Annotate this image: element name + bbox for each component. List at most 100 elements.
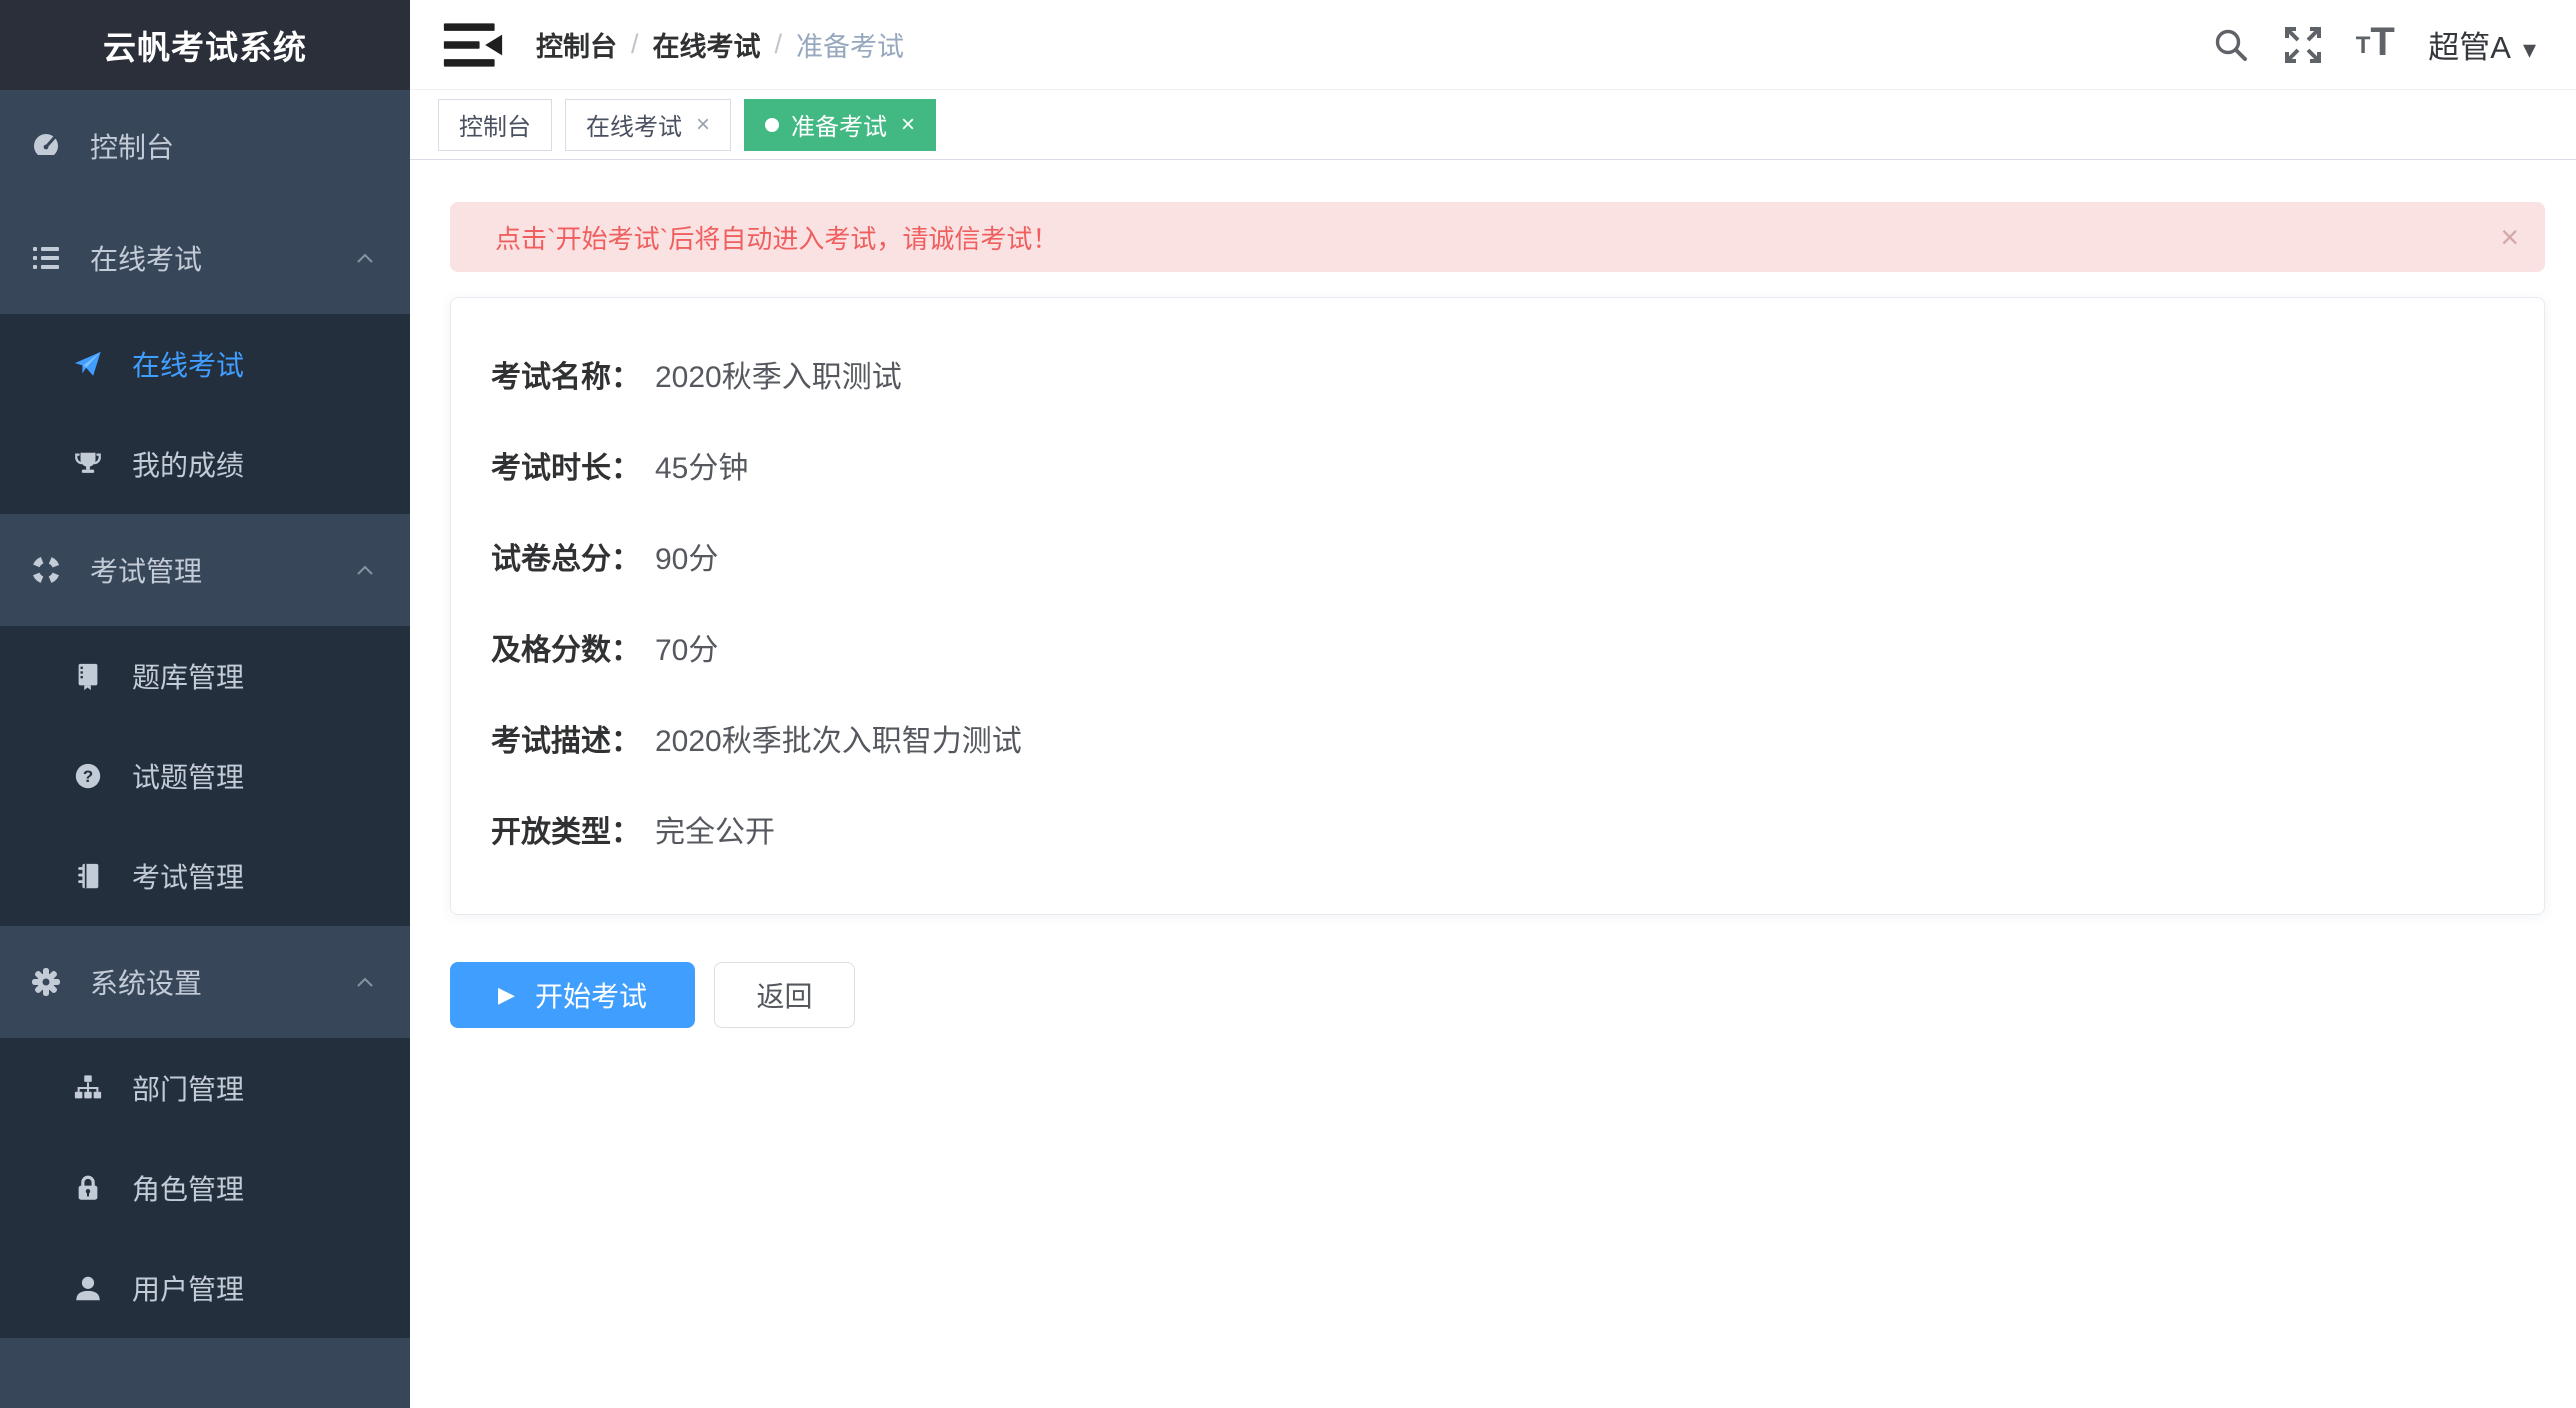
- hamburger-icon[interactable]: [442, 18, 508, 72]
- exam-row: 开放类型： 完全公开: [491, 815, 2504, 851]
- lock-icon: [72, 1172, 104, 1204]
- chevron-up-icon: [356, 565, 374, 576]
- tab-dashboard[interactable]: 控制台: [438, 99, 552, 151]
- sidebar-group-label: 考试管理: [90, 550, 356, 590]
- close-icon[interactable]: ×: [901, 113, 915, 137]
- breadcrumb-item-online-exam[interactable]: 在线考试: [653, 25, 761, 64]
- exam-total-score-label: 试卷总分：: [491, 542, 641, 578]
- tab-online-exam[interactable]: 在线考试 ×: [565, 99, 731, 151]
- main-area: 控制台 / 在线考试 / 准备考试: [410, 0, 2576, 1408]
- sidebar-item-dashboard[interactable]: 控制台: [0, 90, 410, 202]
- close-icon[interactable]: ×: [2500, 221, 2519, 253]
- sidebar-item-department-mgmt[interactable]: 部门管理: [0, 1038, 410, 1138]
- chevron-up-icon: [356, 253, 374, 264]
- gear-icon: [30, 966, 62, 998]
- question-circle-icon: ?: [72, 760, 104, 792]
- navbar: 控制台 / 在线考试 / 准备考试: [410, 0, 2576, 90]
- sidebar-menu: 控制台 在线考试: [0, 90, 410, 1408]
- sidebar-item-label: 在线考试: [132, 344, 244, 384]
- tab-label: 准备考试: [791, 107, 887, 142]
- back-button[interactable]: 返回: [714, 962, 855, 1028]
- sidebar-item-question-bank[interactable]: 题库管理: [0, 626, 410, 726]
- sidebar-item-label: 考试管理: [132, 856, 244, 896]
- page-content: 点击`开始考试`后将自动进入考试，请诚信考试！ × 考试名称： 2020秋季入职…: [410, 160, 2576, 1028]
- sidebar-item-exam-mgmt[interactable]: 考试管理: [0, 826, 410, 926]
- exam-warning-alert: 点击`开始考试`后将自动进入考试，请诚信考试！ ×: [450, 202, 2545, 272]
- submenu-system-settings: 部门管理 角色管理: [0, 1038, 410, 1338]
- exam-description-label: 考试描述：: [491, 724, 641, 760]
- trophy-icon: [72, 448, 104, 480]
- exam-open-type-value: 完全公开: [655, 815, 775, 851]
- exam-description-value: 2020秋季批次入职智力测试: [655, 724, 1022, 760]
- exam-pass-score-label: 及格分数：: [491, 633, 641, 669]
- exam-row: 试卷总分： 90分: [491, 542, 2504, 578]
- sitemap-icon: [72, 1072, 104, 1104]
- font-size-icon[interactable]: TT: [2352, 22, 2398, 68]
- sidebar-item-label: 试题管理: [132, 756, 244, 796]
- dashboard-icon: [30, 130, 62, 162]
- chevron-up-icon: [356, 977, 374, 988]
- breadcrumb-item-current: 准备考试: [796, 25, 904, 64]
- caret-down-icon: ▾: [2523, 34, 2536, 65]
- breadcrumb-separator: /: [631, 29, 639, 60]
- exam-duration-label: 考试时长：: [491, 451, 641, 487]
- sidebar-item-label: 题库管理: [132, 656, 244, 696]
- sidebar-item-my-scores[interactable]: 我的成绩: [0, 414, 410, 514]
- sidebar-item-question-mgmt[interactable]: ? 试题管理: [0, 726, 410, 826]
- exam-row: 考试描述： 2020秋季批次入职智力测试: [491, 724, 2504, 760]
- sidebar-item-online-exam[interactable]: 在线考试: [0, 314, 410, 414]
- exam-row: 考试时长： 45分钟: [491, 451, 2504, 487]
- sidebar-item-label: 角色管理: [132, 1168, 244, 1208]
- sidebar-group-online-exam[interactable]: 在线考试: [0, 202, 410, 314]
- user-icon: [72, 1272, 104, 1304]
- exam-name-value: 2020秋季入职测试: [655, 360, 902, 396]
- active-tab-dot: [765, 118, 779, 132]
- app-title: 云帆考试系统: [103, 21, 307, 69]
- breadcrumb-item-dashboard[interactable]: 控制台: [536, 25, 617, 64]
- submenu-online-exam: 在线考试 我的成绩: [0, 314, 410, 514]
- journal-icon: [72, 860, 104, 892]
- app-root: 云帆考试系统 控制台: [0, 0, 2576, 1408]
- exam-name-label: 考试名称：: [491, 360, 641, 396]
- sidebar-item-user-mgmt[interactable]: 用户管理: [0, 1238, 410, 1338]
- close-icon[interactable]: ×: [696, 113, 710, 137]
- start-exam-label: 开始考试: [535, 975, 647, 1015]
- sidebar-group-exam-mgmt[interactable]: 考试管理: [0, 514, 410, 626]
- search-icon[interactable]: [2208, 22, 2254, 68]
- font-size-big-t: T: [2370, 22, 2394, 62]
- play-icon: ▶: [498, 982, 515, 1008]
- font-size-small-t: T: [2356, 34, 2371, 58]
- alert-message: 点击`开始考试`后将自动进入考试，请诚信考试！: [495, 219, 1058, 256]
- svg-text:?: ?: [83, 767, 93, 786]
- tabs-bar: 控制台 在线考试 × 准备考试 ×: [410, 90, 2576, 160]
- exam-info-card: 考试名称： 2020秋季入职测试 考试时长： 45分钟 试卷总分： 90分 及格…: [450, 297, 2545, 915]
- sidebar-group-label: 系统设置: [90, 962, 356, 1002]
- start-exam-button[interactable]: ▶ 开始考试: [450, 962, 695, 1028]
- sidebar-item-label: 部门管理: [132, 1068, 244, 1108]
- submenu-exam-mgmt: 题库管理 ? 试题管理: [0, 626, 410, 926]
- sidebar-group-system-settings[interactable]: 系统设置: [0, 926, 410, 1038]
- tab-prepare-exam[interactable]: 准备考试 ×: [744, 99, 936, 151]
- sidebar-item-role-mgmt[interactable]: 角色管理: [0, 1138, 410, 1238]
- list-icon: [30, 242, 62, 274]
- book-icon: [72, 660, 104, 692]
- exam-total-score-value: 90分: [655, 542, 718, 578]
- breadcrumb: 控制台 / 在线考试 / 准备考试: [536, 25, 904, 64]
- sidebar-group-label: 在线考试: [90, 238, 356, 278]
- lifebuoy-icon: [30, 554, 62, 586]
- user-name: 超管A: [2428, 22, 2511, 67]
- breadcrumb-separator: /: [775, 29, 783, 60]
- user-dropdown[interactable]: 超管A ▾: [2428, 22, 2536, 67]
- app-logo: 云帆考试系统: [0, 0, 410, 90]
- sidebar: 云帆考试系统 控制台: [0, 0, 410, 1408]
- tab-label: 控制台: [459, 107, 531, 142]
- sidebar-item-label: 控制台: [90, 126, 380, 166]
- sidebar-item-label: 用户管理: [132, 1268, 244, 1308]
- paper-plane-icon: [72, 348, 104, 380]
- tab-label: 在线考试: [586, 107, 682, 142]
- exam-row: 考试名称： 2020秋季入职测试: [491, 360, 2504, 396]
- exam-duration-value: 45分钟: [655, 451, 748, 487]
- action-buttons: ▶ 开始考试 返回: [450, 962, 2545, 1028]
- fullscreen-icon[interactable]: [2280, 22, 2326, 68]
- exam-pass-score-value: 70分: [655, 633, 718, 669]
